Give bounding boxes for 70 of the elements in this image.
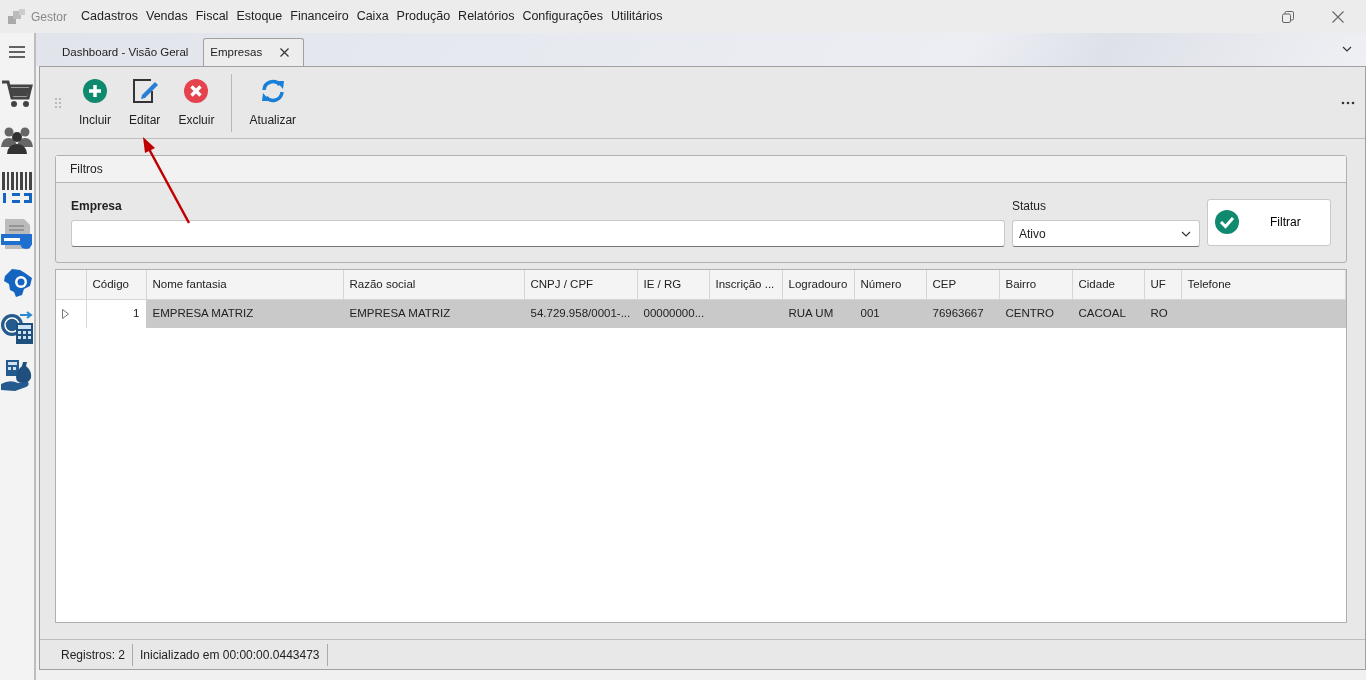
table-cell: 001: [854, 299, 926, 328]
menu-item[interactable]: Fiscal: [191, 7, 233, 26]
chevron-down-icon[interactable]: [1342, 46, 1352, 52]
table-cell: RO: [1144, 299, 1181, 328]
column-header[interactable]: Telefone: [1181, 270, 1346, 299]
table-row[interactable]: 1 EMPRESA MATRIZ EMPRESA MATRIZ 54.729.958/0001-... 00000000... RUA UM 001 76963667 CENTRO CACOAL RO: [56, 299, 1346, 328]
status-dropdown[interactable]: Ativo: [1012, 220, 1200, 247]
field-label: Empresa: [71, 198, 123, 215]
column-header[interactable]: CNPJ / CPF: [524, 270, 637, 299]
toolbar-button[interactable]: Editar: [120, 76, 170, 129]
table-cell: 00000000...: [637, 299, 709, 328]
table-cell: EMPRESA MATRIZ: [146, 299, 343, 328]
menu-item[interactable]: Configurações: [518, 7, 607, 26]
tab[interactable]: Dashboard - Visão Geral: [55, 38, 204, 66]
tab-label: Empresas: [210, 44, 263, 60]
table-cell: 54.729.958/0001-...: [524, 299, 637, 328]
status-text: Inicializado em 00:00:00.0443473: [133, 643, 328, 666]
menu-item[interactable]: Vendas: [142, 7, 192, 26]
column-header[interactable]: Cidade: [1072, 270, 1144, 299]
column-header[interactable]: Inscrição ...: [709, 270, 782, 299]
barcode-icon[interactable]: [0, 170, 34, 204]
table-cell: CACOAL: [1072, 299, 1144, 328]
menu-icon[interactable]: [9, 46, 25, 58]
menu-item[interactable]: Relatórios: [454, 7, 519, 26]
column-header[interactable]: Número: [854, 270, 926, 299]
menu-item[interactable]: Utilitários: [607, 7, 667, 26]
column-header[interactable]: Código: [86, 270, 146, 299]
chevron-down-icon: [1181, 230, 1191, 237]
check-icon: [1214, 209, 1240, 235]
column-header[interactable]: IE / RG: [637, 270, 709, 299]
toolbar-button[interactable]: Incluir: [70, 76, 120, 129]
field-label: Status: [1012, 198, 1048, 215]
row-indicator-icon: [62, 309, 69, 320]
column-header[interactable]: UF: [1144, 270, 1181, 299]
table-cell: CENTRO: [999, 299, 1072, 328]
grip-icon: [55, 97, 61, 108]
menu-item[interactable]: Financeiro: [286, 7, 353, 26]
column-header[interactable]: Nome fantasia: [146, 270, 343, 299]
column-header[interactable]: CEP: [926, 270, 999, 299]
menu-item[interactable]: Produção: [392, 7, 455, 26]
document-icon[interactable]: [0, 217, 34, 251]
money-hand-icon[interactable]: [0, 358, 34, 392]
column-header[interactable]: Logradouro: [782, 270, 854, 299]
table-cell: 1: [86, 299, 146, 328]
plus-icon: [81, 76, 109, 105]
app-title: Gestor: [31, 8, 67, 26]
edit-icon: [130, 76, 159, 105]
filter-button[interactable]: Filtrar: [1207, 198, 1331, 246]
delete-icon: [182, 76, 211, 105]
logo-icon: [8, 8, 26, 25]
tab[interactable]: Empresas: [203, 38, 305, 66]
close-icon[interactable]: [280, 48, 290, 57]
table-cell: RUA UM: [782, 299, 854, 328]
column-header[interactable]: Bairro: [999, 270, 1072, 299]
group-title: Filtros: [70, 161, 103, 178]
empresa-field[interactable]: [71, 220, 1005, 247]
close-icon[interactable]: [1332, 10, 1344, 23]
table-cell: 76963667: [926, 299, 999, 328]
column-header[interactable]: Razão social: [343, 270, 524, 299]
toolbar-button[interactable]: Atualizar: [240, 76, 306, 129]
menu-item[interactable]: Cadastros: [77, 7, 142, 26]
tab-label: Dashboard - Visão Geral: [62, 44, 189, 60]
restore-icon[interactable]: [1282, 10, 1294, 23]
menu-item[interactable]: Estoque: [232, 7, 287, 26]
calculator-icon[interactable]: [0, 311, 34, 345]
toolbar-button[interactable]: Excluir: [169, 76, 224, 129]
table-cell: EMPRESA MATRIZ: [343, 299, 524, 328]
status-text: Registros: 2: [54, 643, 134, 666]
menu-item[interactable]: Caixa: [352, 7, 393, 26]
more-icon[interactable]: [1341, 100, 1355, 105]
